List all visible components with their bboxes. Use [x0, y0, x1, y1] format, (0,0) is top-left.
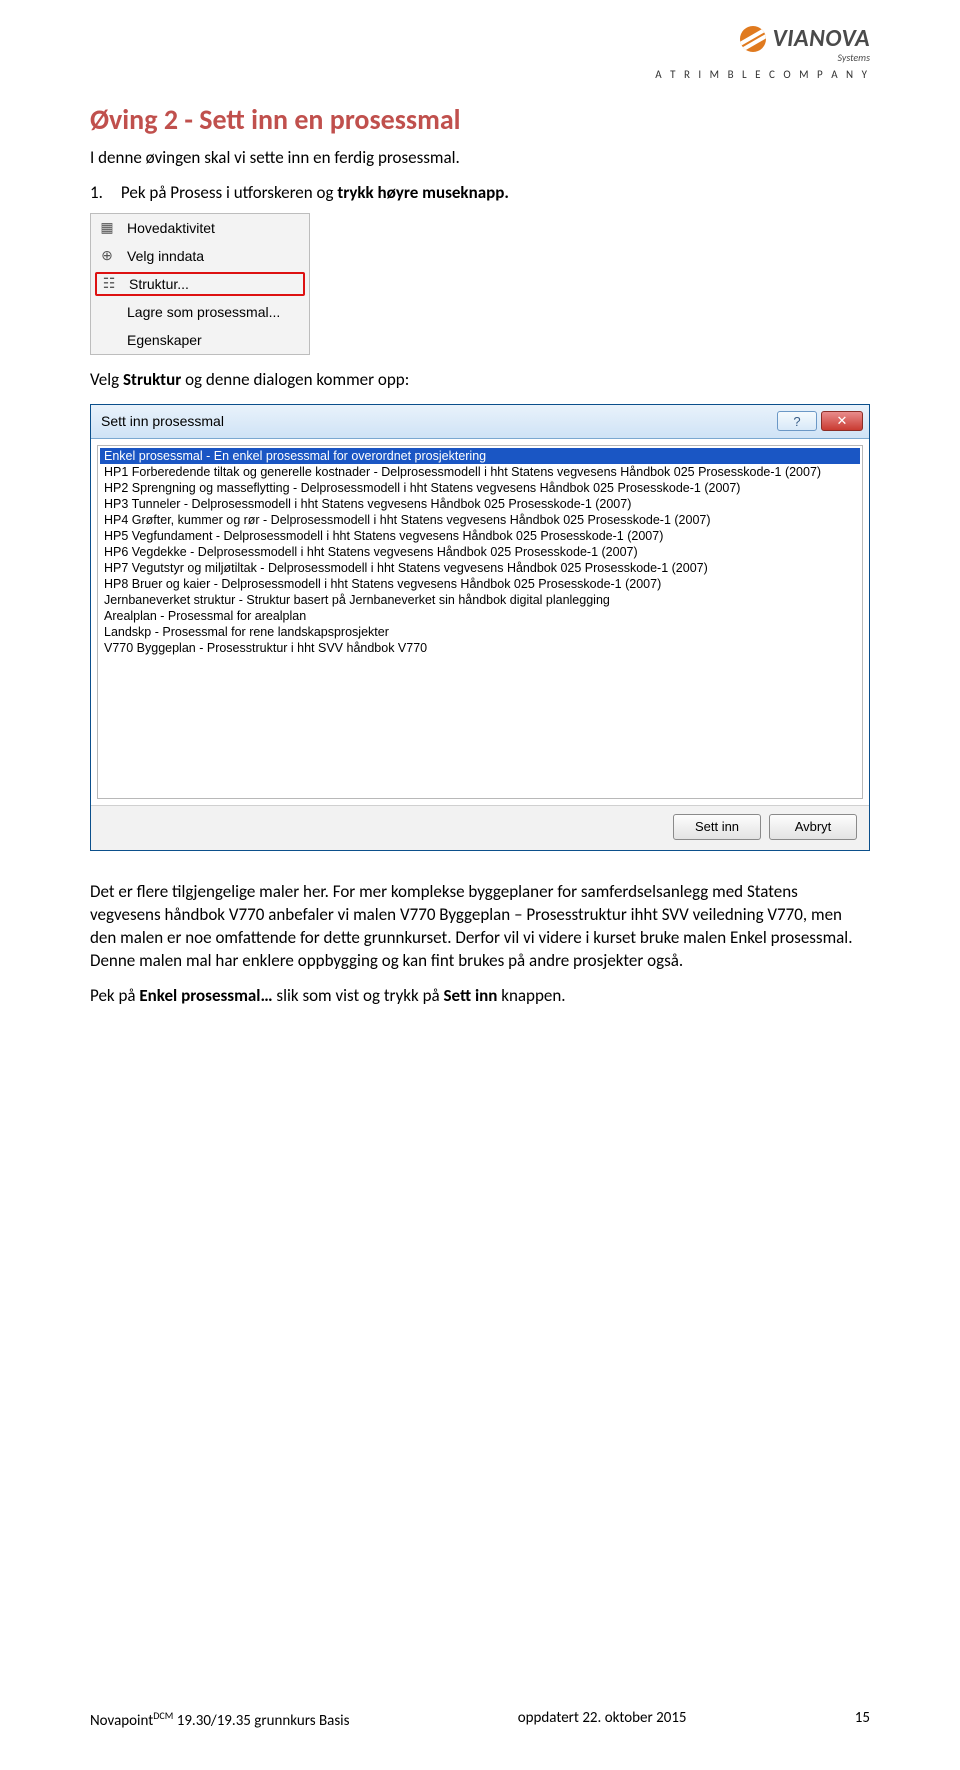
- step-text: Pek på Prosess i utforskeren og trykk hø…: [121, 182, 509, 203]
- structure-icon: ☷: [99, 275, 119, 292]
- menu-label: Struktur...: [129, 276, 295, 292]
- menu-label: Egenskaper: [127, 332, 297, 348]
- context-menu-item[interactable]: Egenskaper: [91, 326, 309, 354]
- list-item[interactable]: HP1 Forberedende tiltak og generelle kos…: [100, 464, 860, 480]
- context-menu-item[interactable]: Lagre som prosessmal...: [91, 298, 309, 326]
- menu-label: Velg inndata: [127, 248, 297, 264]
- dialog-titlebar[interactable]: Sett inn prosessmal ? ✕: [91, 405, 869, 439]
- list-item[interactable]: HP3 Tunneler - Delprosessmodell i hht St…: [100, 496, 860, 512]
- context-menu-item-struktur[interactable]: ☷ Struktur...: [95, 272, 305, 296]
- after-menu-text: Velg Struktur og denne dialogen kommer o…: [90, 369, 870, 392]
- footer-center: oppdatert 22. oktober 2015: [518, 1709, 687, 1730]
- logo-brand-sub: Systems: [655, 51, 870, 64]
- dialog-listbox[interactable]: Enkel prosessmal - En enkel prosessmal f…: [97, 445, 863, 799]
- intro-text: I denne øvingen skal vi sette inn en fer…: [90, 147, 870, 170]
- context-menu: ▦ Hovedaktivitet ⊕ Velg inndata ☷ Strukt…: [90, 213, 310, 355]
- data-icon: ⊕: [97, 247, 117, 264]
- list-item[interactable]: HP5 Vegfundament - Delprosessmodell i hh…: [100, 528, 860, 544]
- list-item[interactable]: V770 Byggeplan - Prosesstruktur i hht SV…: [100, 640, 860, 656]
- instruction-paragraph: Pek på Enkel prosessmal… slik som vist o…: [90, 985, 870, 1008]
- menu-label: Hovedaktivitet: [127, 220, 297, 236]
- list-empty-area: [100, 656, 860, 796]
- help-button[interactable]: ?: [777, 411, 817, 431]
- insert-button[interactable]: Sett inn: [673, 814, 761, 840]
- step-number: 1.: [90, 182, 103, 203]
- page-title: Øving 2 - Sett inn en prosessmal: [90, 102, 870, 137]
- dialog-title: Sett inn prosessmal: [101, 413, 773, 429]
- page-footer: NovapointDCM 19.30/19.35 grunnkurs Basis…: [90, 1709, 870, 1730]
- brand-logo: VIANOVA Systems A T R I M B L E C O M P …: [655, 24, 870, 81]
- list-item[interactable]: HP7 Vegutstyr og miljøtiltak - Delproses…: [100, 560, 860, 576]
- explanation-paragraph: Det er flere tilgjengelige maler her. Fo…: [90, 881, 870, 973]
- list-item[interactable]: HP8 Bruer og kaier - Delprosessmodell i …: [100, 576, 860, 592]
- list-item[interactable]: HP2 Sprengning og masseflytting - Delpro…: [100, 480, 860, 496]
- step-1: 1. Pek på Prosess i utforskeren og trykk…: [90, 182, 870, 203]
- list-item[interactable]: Landskp - Prosessmal for rene landskapsp…: [100, 624, 860, 640]
- logo-icon: [740, 26, 766, 52]
- close-button[interactable]: ✕: [821, 411, 863, 431]
- logo-tagline: A T R I M B L E C O M P A N Y: [655, 68, 870, 81]
- cancel-button[interactable]: Avbryt: [769, 814, 857, 840]
- dialog-button-row: Sett inn Avbryt: [91, 805, 869, 850]
- context-menu-item[interactable]: ▦ Hovedaktivitet: [91, 214, 309, 242]
- list-item[interactable]: Arealplan - Prosessmal for arealplan: [100, 608, 860, 624]
- footer-left: NovapointDCM 19.30/19.35 grunnkurs Basis: [90, 1709, 350, 1730]
- list-item[interactable]: HP6 Vegdekke - Delprosessmodell i hht St…: [100, 544, 860, 560]
- list-item[interactable]: Jernbaneverket struktur - Struktur baser…: [100, 592, 860, 608]
- footer-page-number: 15: [855, 1709, 870, 1730]
- menu-label: Lagre som prosessmal...: [127, 304, 297, 320]
- dialog-sett-inn-prosessmal: Sett inn prosessmal ? ✕ Enkel prosessmal…: [90, 404, 870, 851]
- logo-brand: VIANOVA: [772, 24, 870, 53]
- list-item[interactable]: Enkel prosessmal - En enkel prosessmal f…: [100, 448, 860, 464]
- context-menu-item[interactable]: ⊕ Velg inndata: [91, 242, 309, 270]
- activity-icon: ▦: [97, 219, 117, 236]
- list-item[interactable]: HP4 Grøfter, kummer og rør - Delprosessm…: [100, 512, 860, 528]
